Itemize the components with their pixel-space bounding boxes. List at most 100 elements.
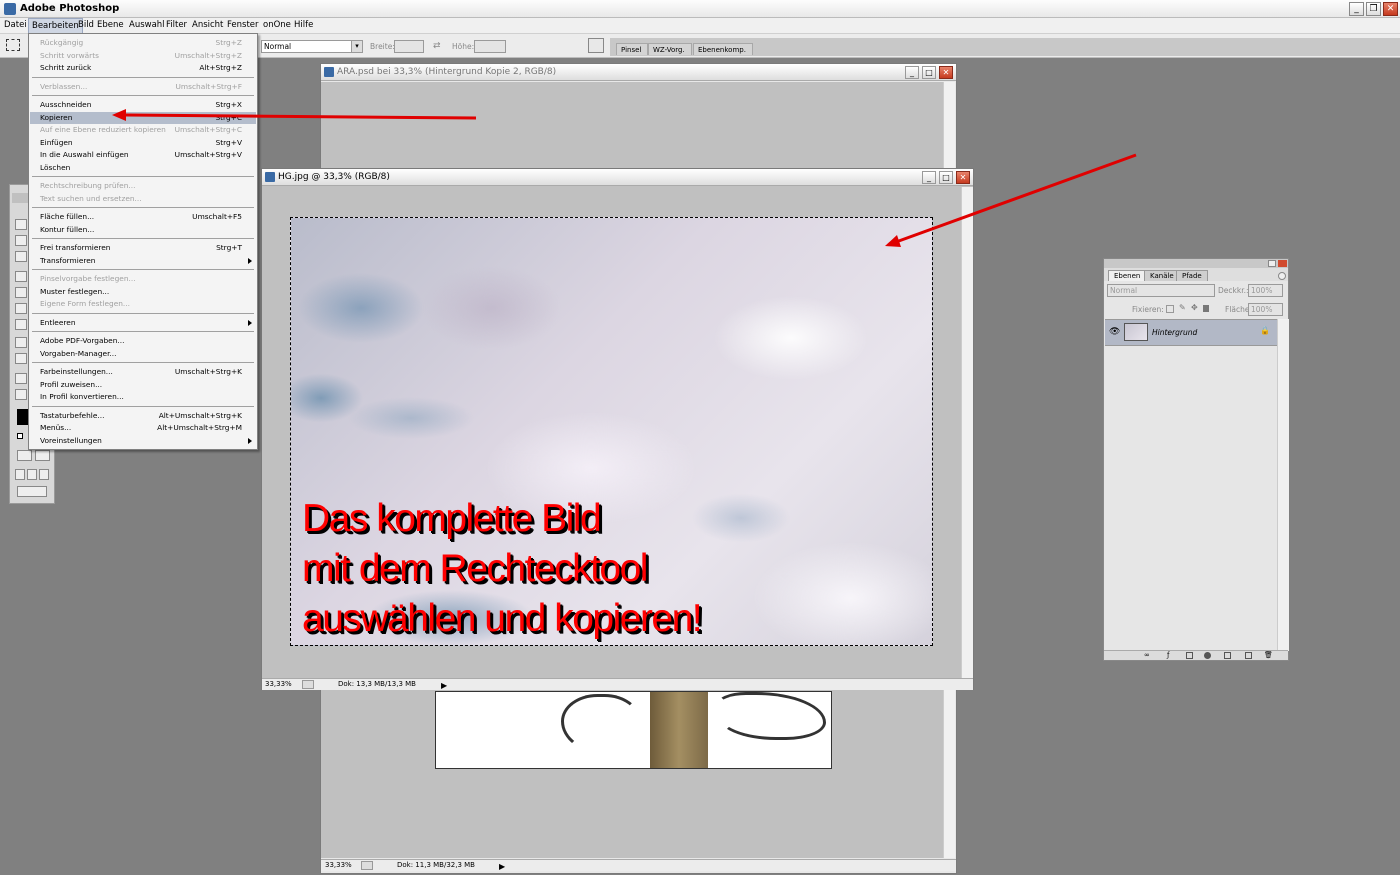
restore-button[interactable]: ❐ bbox=[1366, 2, 1381, 16]
tab-ebenen[interactable]: Ebenen bbox=[1108, 270, 1147, 281]
menu-hilfe[interactable]: Hilfe bbox=[291, 18, 316, 34]
menu-item-entleeren[interactable]: Entleeren bbox=[30, 317, 256, 329]
doc-minimize-button[interactable]: _ bbox=[905, 66, 919, 79]
menu-item-pinselvorgabe-festlegen[interactable]: Pinselvorgabe festlegen... bbox=[30, 273, 256, 285]
layers-scrollbar[interactable] bbox=[1277, 319, 1289, 651]
menu-item-löschen[interactable]: Löschen bbox=[30, 162, 256, 174]
menu-ebene[interactable]: Ebene bbox=[94, 18, 127, 34]
menu-item-rechtschreibung-prüfen[interactable]: Rechtschreibung prüfen... bbox=[30, 180, 256, 192]
hand-tool-button[interactable] bbox=[15, 389, 27, 400]
tab-pinsel[interactable]: Pinsel bbox=[616, 43, 649, 55]
screen-mode-2-button[interactable] bbox=[27, 469, 37, 480]
menu-item-transformieren[interactable]: Transformieren bbox=[30, 255, 256, 267]
menu-item-text-suchen-und-ersetzen[interactable]: Text suchen und ersetzen... bbox=[30, 193, 256, 205]
close-button[interactable]: ✕ bbox=[1383, 2, 1398, 16]
menu-onone[interactable]: onOne bbox=[260, 18, 294, 34]
status-icon[interactable] bbox=[361, 861, 373, 870]
play-arrow-icon[interactable]: ▶ bbox=[499, 861, 505, 872]
adjustment-layer-icon[interactable] bbox=[1204, 652, 1211, 659]
swap-icon[interactable]: ⇄ bbox=[433, 41, 441, 51]
menu-item-kontur-füllen[interactable]: Kontur füllen... bbox=[30, 224, 256, 236]
menu-item-fläche-füllen[interactable]: Fläche füllen... Umschalt+F5 bbox=[30, 211, 256, 223]
menu-item-farbeinstellungen[interactable]: Farbeinstellungen... Umschalt+Strg+K bbox=[30, 366, 256, 378]
lock-brush-icon[interactable]: ✎ bbox=[1179, 303, 1186, 312]
menu-item-profil-zuweisen[interactable]: Profil zuweisen... bbox=[30, 379, 256, 391]
blur-tool-button[interactable] bbox=[15, 319, 27, 330]
eye-icon[interactable]: 👁 bbox=[1109, 327, 1120, 337]
menu-item-kopieren[interactable]: Kopieren Strg+C bbox=[30, 111, 256, 124]
eraser-tool-button[interactable] bbox=[15, 303, 27, 314]
play-arrow-icon[interactable]: ▶ bbox=[441, 680, 447, 691]
zoom-level[interactable]: 33,33% bbox=[325, 860, 352, 871]
default-colors-icon[interactable] bbox=[17, 433, 23, 439]
width-field[interactable] bbox=[394, 40, 424, 53]
opacity-field[interactable]: 100% bbox=[1248, 284, 1283, 297]
palette-well-icon[interactable] bbox=[588, 38, 604, 53]
doc-maximize-button[interactable]: □ bbox=[939, 171, 953, 184]
fill-field[interactable]: 100% bbox=[1248, 303, 1283, 316]
lock-all-icon[interactable] bbox=[1203, 305, 1209, 312]
menu-item-rückgängig[interactable]: Rückgängig Strg+Z bbox=[30, 37, 256, 49]
doc-close-button[interactable]: ✕ bbox=[939, 66, 953, 79]
menu-item-menüs[interactable]: Menüs... Alt+Umschalt+Strg+M bbox=[30, 422, 256, 434]
menu-datei[interactable]: Datei bbox=[1, 18, 30, 34]
menu-item-ausschneiden[interactable]: Ausschneiden Strg+X bbox=[30, 99, 256, 111]
menu-item-schritt-vorwärts[interactable]: Schritt vorwärts Umschalt+Strg+Z bbox=[30, 50, 256, 62]
standard-mode-button[interactable] bbox=[17, 450, 32, 461]
new-layer-icon[interactable] bbox=[1245, 652, 1252, 659]
menu-item-voreinstellungen[interactable]: Voreinstellungen bbox=[30, 435, 256, 447]
panel-close-button[interactable] bbox=[1278, 260, 1287, 267]
pen-tool-button[interactable] bbox=[15, 353, 27, 364]
lock-move-icon[interactable]: ✥ bbox=[1191, 303, 1198, 312]
menu-item-in-profil-konvertieren[interactable]: In Profil konvertieren... bbox=[30, 391, 256, 403]
quickmask-mode-button[interactable] bbox=[35, 450, 50, 461]
tab-ebenenkomp[interactable]: Ebenenkomp. bbox=[693, 43, 753, 55]
link-icon[interactable]: ∞ bbox=[1144, 651, 1150, 659]
menu-item-auf-eine-ebene-reduziert-kopieren[interactable]: Auf eine Ebene reduziert kopieren Umschal… bbox=[30, 124, 256, 136]
menu-item-in-die-auswahl-einfügen[interactable]: In die Auswahl einfügen Umschalt+Strg+V bbox=[30, 149, 256, 161]
tab-pfade[interactable]: Pfade bbox=[1176, 270, 1208, 281]
stamp-tool-button[interactable] bbox=[15, 287, 27, 298]
menu-item-tastaturbefehle[interactable]: Tastaturbefehle... Alt+Umschalt+Strg+K bbox=[30, 410, 256, 422]
zoom-level[interactable]: 33,33% bbox=[265, 679, 292, 690]
trash-icon[interactable]: 🗑 bbox=[1264, 651, 1273, 659]
height-field[interactable] bbox=[474, 40, 506, 53]
notes-tool-button[interactable] bbox=[15, 373, 27, 384]
chevron-down-icon[interactable]: ▾ bbox=[351, 41, 362, 52]
layer-row[interactable]: 👁 Hintergrund 🔒 bbox=[1105, 319, 1277, 346]
lasso-tool-button[interactable] bbox=[15, 235, 27, 246]
marquee-tool-button[interactable] bbox=[15, 219, 27, 230]
minimize-button[interactable]: _ bbox=[1349, 2, 1364, 16]
lock-transparency-icon[interactable] bbox=[1166, 305, 1174, 313]
menu-item-muster-festlegen[interactable]: Muster festlegen... bbox=[30, 286, 256, 298]
screen-mode-3-button[interactable] bbox=[39, 469, 49, 480]
layer-style-icon[interactable]: ƒ bbox=[1167, 651, 1169, 659]
menu-item-adobe-pdf-vorgaben[interactable]: Adobe PDF-Vorgaben... bbox=[30, 335, 256, 347]
path-tool-button[interactable] bbox=[15, 337, 27, 348]
crop-tool-button[interactable] bbox=[15, 251, 27, 262]
brush-tool-button[interactable] bbox=[15, 271, 27, 282]
panel-menu-icon[interactable] bbox=[1278, 272, 1286, 280]
doc-close-button[interactable]: ✕ bbox=[956, 171, 970, 184]
doc-maximize-button[interactable]: □ bbox=[922, 66, 936, 79]
mode-select[interactable]: Normal ▾ bbox=[261, 40, 363, 53]
menu-fenster[interactable]: Fenster bbox=[224, 18, 262, 34]
menu-item-vorgaben-manager[interactable]: Vorgaben-Manager... bbox=[30, 348, 256, 360]
mask-icon[interactable] bbox=[1186, 652, 1193, 659]
marquee-tool-icon[interactable] bbox=[6, 39, 20, 51]
screen-mode-1-button[interactable] bbox=[15, 469, 25, 480]
imageready-button[interactable] bbox=[17, 486, 47, 497]
menu-item-einfügen[interactable]: Einfügen Strg+V bbox=[30, 137, 256, 149]
menu-filter[interactable]: Filter bbox=[163, 18, 190, 34]
doc-minimize-button[interactable]: _ bbox=[922, 171, 936, 184]
menu-item-eigene-form-festlegen[interactable]: Eigene Form festlegen... bbox=[30, 298, 256, 310]
panel-minimize-button[interactable] bbox=[1268, 260, 1276, 267]
menu-ansicht[interactable]: Ansicht bbox=[189, 18, 226, 34]
new-group-icon[interactable] bbox=[1224, 652, 1231, 659]
menu-item-verblassen[interactable]: Verblassen... Umschalt+Strg+F bbox=[30, 81, 256, 93]
tab-wz-vorg[interactable]: WZ-Vorg. bbox=[648, 43, 692, 55]
blend-mode-select[interactable]: Normal bbox=[1107, 284, 1215, 297]
menu-item-schritt-zurück[interactable]: Schritt zurück Alt+Strg+Z bbox=[30, 62, 256, 74]
status-icon[interactable] bbox=[302, 680, 314, 689]
vertical-scrollbar[interactable] bbox=[961, 187, 973, 678]
